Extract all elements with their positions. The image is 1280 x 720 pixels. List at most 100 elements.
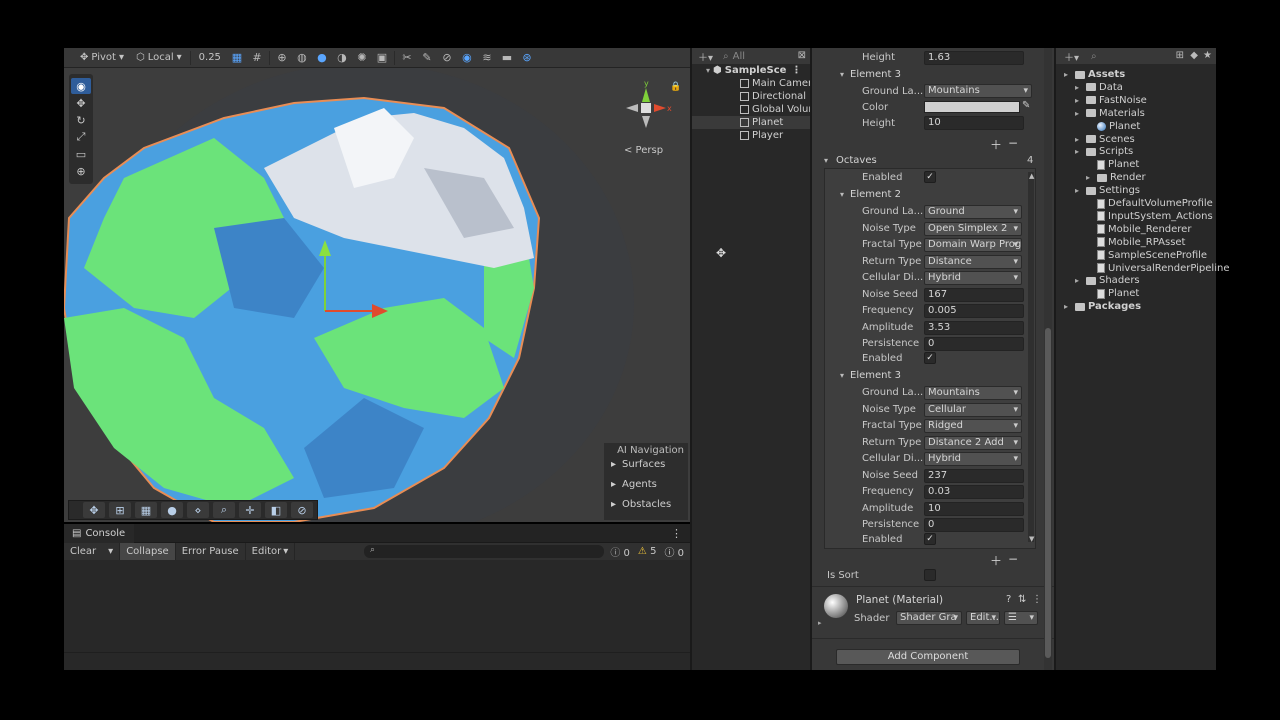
hierarchy-item[interactable]: Global Volum	[740, 103, 818, 116]
warning-count-toggle[interactable]: ⚠ 5	[638, 546, 657, 557]
ai-nav-surfaces[interactable]: ▸ Surfaces	[611, 459, 665, 470]
gizmo-neg-x-cone[interactable]	[626, 104, 638, 112]
grid-overlay-icon[interactable]: ▦	[135, 502, 157, 518]
chevron-right-icon[interactable]: ▸	[1075, 276, 1083, 285]
view-tool-icon[interactable]: ◉	[71, 78, 91, 94]
panel-divider[interactable]	[810, 48, 812, 670]
local-toggle[interactable]: ⬡ Local ▾	[132, 50, 186, 66]
label-icon[interactable]: ◆	[1190, 50, 1198, 61]
octaves-count[interactable]: 4	[1027, 155, 1033, 166]
chevron-right-icon[interactable]: ▸	[1075, 83, 1083, 92]
hierarchy-item[interactable]: Player	[740, 129, 783, 142]
preset-icon[interactable]: ⇅	[1018, 594, 1026, 605]
element3-input[interactable]: 237	[924, 468, 1024, 483]
inspector-scrollbar-thumb[interactable]	[1045, 328, 1051, 658]
scroll-up-icon[interactable]: ▲	[1029, 172, 1034, 180]
element2-dropdown[interactable]: Distance	[924, 254, 1022, 269]
element3-dropdown[interactable]: Ridged	[924, 419, 1022, 433]
add-icon[interactable]: ＋▾	[1064, 49, 1079, 64]
element3-input[interactable]: 0	[924, 518, 1024, 532]
chevron-right-icon[interactable]: ▸	[1064, 302, 1072, 311]
element2-input[interactable]: 3.53	[924, 320, 1024, 335]
help-icon[interactable]: ?	[1006, 594, 1011, 605]
chevron-right-icon[interactable]: ▸	[1086, 173, 1094, 182]
element2-enabled-checkbox[interactable]: ✓	[924, 352, 936, 364]
search-icon[interactable]: ⌕	[213, 502, 235, 518]
project-item[interactable]: ▸ FastNoise	[1075, 94, 1147, 107]
ai-nav-obstacles[interactable]: ▸ Obstacles	[611, 499, 671, 510]
height-field[interactable]: 1.63	[924, 51, 1024, 65]
search-icon[interactable]: ⌕	[1091, 51, 1097, 62]
element3-dropdown[interactable]: Distance 2 Add	[924, 435, 1022, 450]
panel-divider[interactable]	[1054, 48, 1056, 670]
element2-input[interactable]: 0.005	[924, 304, 1024, 318]
more-options-icon[interactable]: ⋮	[671, 527, 682, 540]
collapse-button[interactable]: Collapse	[120, 543, 176, 560]
project-item[interactable]: ▸ Settings	[1075, 184, 1140, 197]
chevron-right-icon[interactable]: ▸	[1075, 96, 1083, 105]
crosshair-icon[interactable]: ✛	[239, 502, 261, 518]
project-item[interactable]: Planet	[1086, 287, 1139, 300]
element3-prev-label[interactable]: Element 3	[850, 69, 901, 80]
shader-options-dropdown[interactable]: ☰	[1004, 611, 1038, 625]
shader-dropdown[interactable]: Shader Gra	[896, 611, 962, 625]
element3-dropdown[interactable]: Cellular	[924, 402, 1022, 417]
effects-icon[interactable]: ▣	[374, 50, 390, 66]
console-search-input[interactable]: ⌕	[364, 545, 604, 558]
element3-input[interactable]: 0.03	[924, 485, 1024, 499]
add-element-button[interactable]: ＋	[990, 136, 1002, 153]
is-sort-checkbox[interactable]	[924, 569, 936, 581]
orientation-icon[interactable]: ⊕	[274, 50, 290, 66]
project-item[interactable]: Planet	[1086, 158, 1139, 171]
scene-view[interactable]: ✥ Pivot ▾ ⬡ Local ▾ 0.25 ▦ # ⊕ ◍ ● ◑ ✺ ▣ ✂ ✎…	[64, 48, 690, 522]
chevron-down-icon[interactable]: ▾	[840, 70, 844, 79]
hierarchy-scene-row[interactable]: ▾ ⬢ SampleSce ⋮	[706, 64, 801, 77]
grid-snap-icon[interactable]: ▦	[229, 50, 245, 66]
project-item[interactable]: UniversalRenderPipeline	[1086, 262, 1229, 275]
chevron-down-icon[interactable]: ▾	[840, 190, 844, 199]
element3-input[interactable]: 10	[924, 501, 1024, 516]
element2-title[interactable]: Element 2	[850, 189, 901, 200]
project-item[interactable]: ▸ Scripts	[1075, 145, 1133, 158]
move-tool-icon[interactable]: ✥	[71, 95, 91, 111]
move-icon[interactable]: ✥	[83, 502, 105, 518]
gizmo-neg-y-cone[interactable]	[642, 116, 650, 128]
perspective-label[interactable]: < Persp	[624, 145, 663, 156]
camera-icon[interactable]: ▬	[499, 50, 515, 66]
element2-dropdown[interactable]: Ground	[924, 205, 1022, 219]
editor-dropdown[interactable]: Editor ▾	[246, 543, 296, 560]
shading-unlit-icon[interactable]: ◑	[334, 50, 350, 66]
hierarchy-item-selected[interactable]: Planet	[692, 116, 810, 129]
shading-wireframe-icon[interactable]: ◍	[294, 50, 310, 66]
element2-input[interactable]: 167	[924, 287, 1024, 302]
project-item[interactable]: ▸ Packages	[1064, 300, 1141, 313]
eyedropper-icon[interactable]: ✎	[1022, 100, 1030, 111]
tools-icon[interactable]: ✎	[419, 50, 435, 66]
element2-input[interactable]: 0	[924, 337, 1024, 351]
chevron-down-icon[interactable]: ▾	[824, 156, 828, 165]
ground-layer-dropdown[interactable]: Mountains	[924, 84, 1032, 98]
snap-icon[interactable]: ⋄	[187, 502, 209, 518]
chevron-right-icon[interactable]: ▸	[1064, 70, 1072, 79]
edit-shader-button[interactable]: Edit...	[966, 611, 1000, 625]
octaves-scrollbar[interactable]	[1028, 172, 1034, 542]
project-item[interactable]: Mobile_Renderer	[1086, 223, 1191, 236]
rotate-tool-icon[interactable]: ↻	[71, 112, 91, 128]
more-options-icon[interactable]: ⋮	[791, 65, 801, 76]
add-icon[interactable]: ＋▾	[698, 49, 713, 64]
filter-icon[interactable]: ⊞	[1176, 50, 1184, 61]
gizmo-y-cone[interactable]	[642, 88, 650, 102]
element3-dropdown[interactable]: Hybrid	[924, 452, 1022, 466]
snap-increment[interactable]: 0.25	[195, 50, 225, 66]
project-item[interactable]: SampleSceneProfile	[1086, 249, 1207, 262]
chevron-right-icon[interactable]: ▸	[818, 619, 822, 627]
element2-dropdown[interactable]: Open Simplex 2	[924, 221, 1022, 236]
favorite-icon[interactable]: ★	[1203, 50, 1212, 61]
gizmos-icon[interactable]: ⊛	[519, 50, 535, 66]
grid-icon[interactable]: #	[249, 50, 265, 66]
project-item[interactable]: ▸ Render	[1086, 171, 1146, 184]
project-item[interactable]: InputSystem_Actions	[1086, 210, 1213, 223]
chevron-right-icon[interactable]: ▸	[1075, 135, 1083, 144]
element3-enabled-checkbox[interactable]: ✓	[924, 533, 936, 545]
element2-dropdown[interactable]: Domain Warp Prog	[924, 238, 1022, 252]
